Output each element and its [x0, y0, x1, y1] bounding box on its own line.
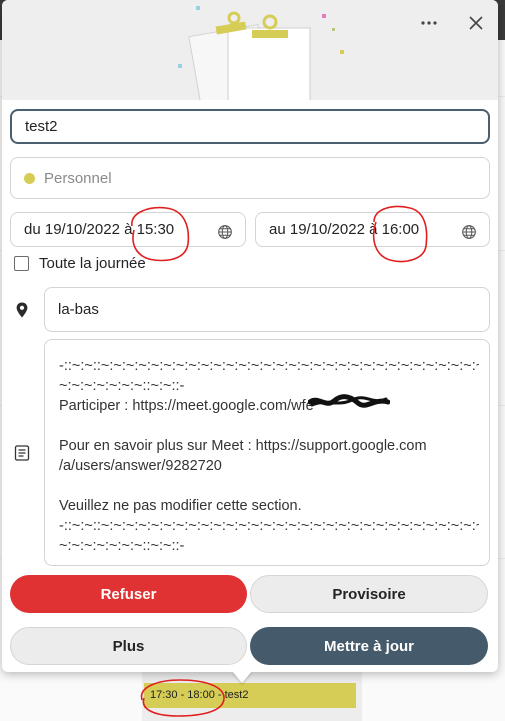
calendar-event-chip[interactable]: 17:30 - 18:00 - test2 [144, 683, 356, 708]
description-line: ~:~:~:~:~:~:~::~:~::- [59, 538, 185, 554]
more-button[interactable]: Plus [10, 627, 247, 665]
location-pin-icon [16, 302, 28, 318]
title-field[interactable] [10, 109, 490, 144]
event-popup: Personnel du 19/10/2022 à 15:30 au 19/10… [2, 0, 498, 672]
description-line: Pour en savoir plus sur Meet : https://s… [59, 438, 427, 454]
end-datetime-text: au 19/10/2022 à 16:00 [269, 221, 420, 238]
start-datetime-text: du 19/10/2022 à 15:30 [24, 221, 175, 238]
popup-caret [232, 671, 252, 683]
category-select[interactable]: Personnel [10, 157, 490, 199]
description-line: ~:~:~:~:~:~:~::~:~::- [59, 378, 185, 394]
header-illustration [2, 0, 498, 100]
globe-icon[interactable] [217, 224, 233, 240]
title-input[interactable] [25, 118, 488, 135]
description-line: -::~:~::~:~:~:~:~:~:~:~:~:~:~:~:~:~:~:~:… [59, 358, 479, 374]
close-icon [469, 16, 483, 30]
all-day-checkbox[interactable] [14, 256, 29, 271]
description-line [59, 416, 479, 436]
all-day-label: Toute la journée [39, 255, 146, 272]
refuse-button[interactable]: Refuser [10, 575, 247, 613]
category-color-dot [24, 172, 35, 184]
update-button[interactable]: Mettre à jour [250, 627, 488, 665]
location-field[interactable] [44, 287, 490, 332]
description-line: /a/users/answer/9282720 [59, 458, 222, 474]
description-line [59, 476, 479, 496]
end-datetime-field[interactable]: au 19/10/2022 à 16:00 [255, 212, 490, 247]
ellipsis-icon [421, 21, 437, 25]
category-label: Personnel [44, 169, 112, 187]
description-line: Veuillez ne pas modifier cette section. [59, 498, 302, 514]
globe-icon[interactable] [461, 224, 477, 240]
description-field[interactable]: -::~:~::~:~:~:~:~:~:~:~:~:~:~:~:~:~:~:~:… [44, 339, 490, 566]
close-button[interactable] [460, 8, 492, 38]
start-datetime-field[interactable]: du 19/10/2022 à 15:30 [10, 212, 246, 247]
more-options-button[interactable] [413, 8, 445, 38]
notes-icon [14, 445, 30, 461]
tentative-button[interactable]: Provisoire [250, 575, 488, 613]
description-line: -::~:~::~:~:~:~:~:~:~:~:~:~:~:~:~:~:~:~:… [59, 518, 479, 534]
description-line: Participer : https://meet.google.com/wfe [59, 398, 314, 414]
location-input[interactable] [58, 301, 489, 318]
